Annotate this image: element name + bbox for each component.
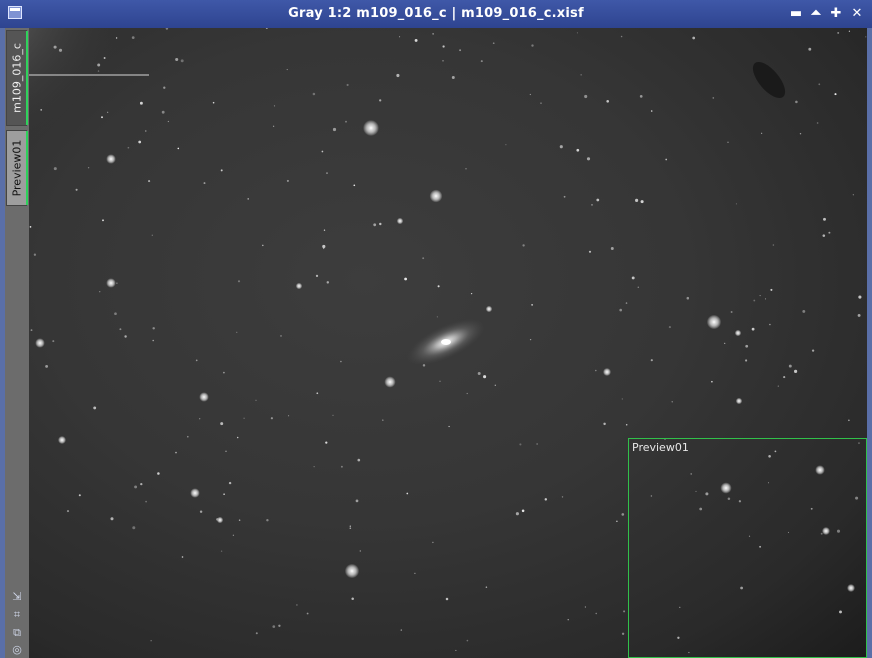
tab-main-view-label: m109_016_c — [10, 43, 24, 113]
preview-tab-indicator — [26, 131, 28, 205]
bright-star-glow — [29, 28, 134, 163]
tab-preview01-label: Preview01 — [10, 139, 24, 197]
title-bar[interactable]: Gray 1:2 m109_016_c | m109_016_c.xisf ▬ … — [0, 0, 872, 28]
clone-icon[interactable]: ⧉ — [10, 626, 24, 640]
tab-preview01[interactable]: Preview01 — [6, 130, 28, 206]
active-tab-indicator — [26, 31, 28, 125]
view-tab-bar: m109_016_c Preview01 ⇲ ⌗ ⧉ ◎ — [5, 28, 30, 658]
image-viewport[interactable]: Preview01 — [29, 28, 867, 658]
window-border — [867, 28, 872, 658]
maximize-icon[interactable]: ✚ — [828, 5, 844, 23]
zoom-fit-icon[interactable]: ⌗ — [10, 608, 24, 622]
fit-view-icon[interactable]: ⇲ — [10, 590, 24, 604]
image-window: Gray 1:2 m109_016_c | m109_016_c.xisf ▬ … — [0, 0, 872, 658]
dust-mote — [752, 61, 786, 99]
shade-icon[interactable]: ⏶ — [808, 5, 824, 23]
close-icon[interactable]: ✕ — [849, 5, 865, 23]
preview01-label: Preview01 — [632, 441, 689, 454]
diffraction-spike — [29, 74, 149, 76]
minimize-icon[interactable]: ▬ — [788, 5, 804, 23]
tab-main-view[interactable]: m109_016_c — [6, 30, 28, 126]
window-title: Gray 1:2 m109_016_c | m109_016_c.xisf — [288, 6, 584, 21]
galaxy-core — [441, 339, 451, 345]
preview01-rectangle[interactable]: Preview01 — [628, 438, 867, 658]
mask-icon[interactable]: ◎ — [10, 643, 24, 657]
